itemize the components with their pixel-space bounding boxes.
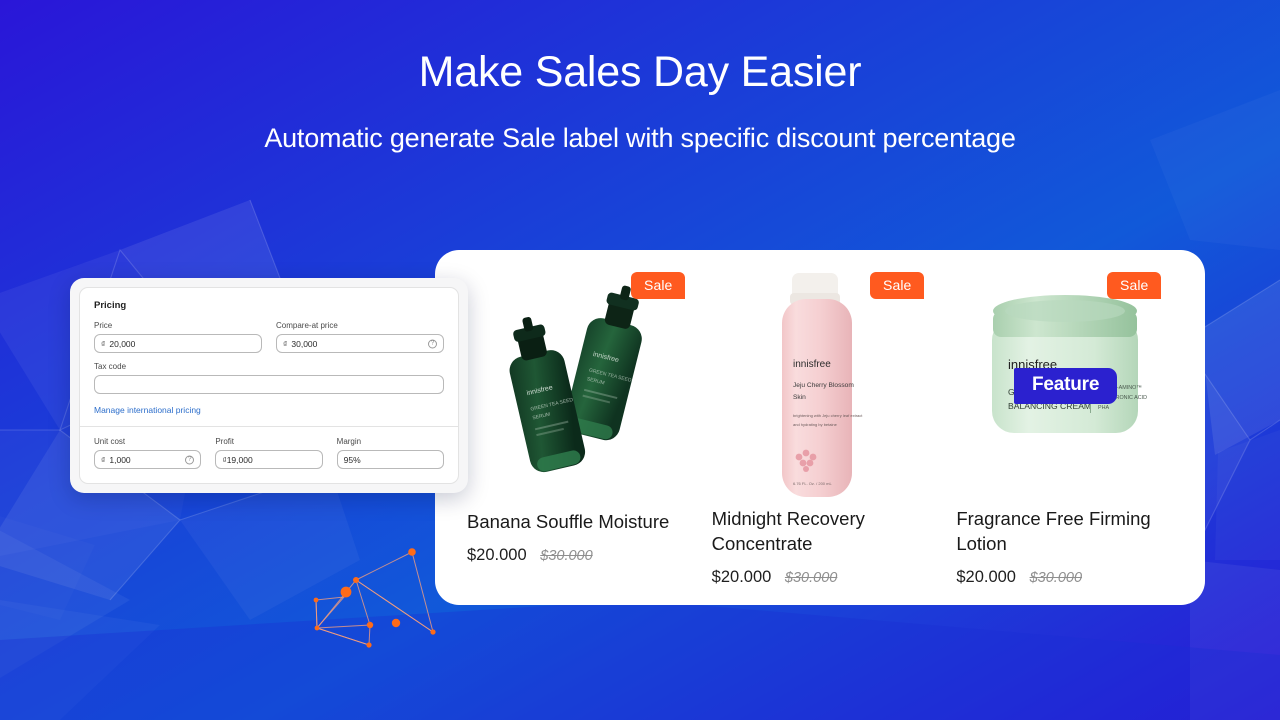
hero-text-block: Make Sales Day Easier Automatic generate… <box>0 48 1280 154</box>
product-title: Fragrance Free Firming Lotion <box>956 508 1151 555</box>
price-label: Price <box>94 321 113 330</box>
currency-symbol: ₫ <box>101 454 106 465</box>
price-fields-row: Price ₫ 20,000 Compare-at price ₫ 30,000… <box>94 321 444 353</box>
svg-text:PHA: PHA <box>1098 405 1109 411</box>
pricing-card-body: Pricing Price ₫ 20,000 Compare-at price … <box>80 288 458 426</box>
pricing-card-inner: Pricing Price ₫ 20,000 Compare-at price … <box>79 287 459 484</box>
status-badge-feature[interactable]: Feature <box>1014 368 1118 404</box>
green-cream-jar-illustration: innisfree GREEN TEA BALANCING CREAM TRIP… <box>991 295 1147 434</box>
product-card[interactable]: innisfree Jeju Cherry Blossom Skin brigh… <box>698 264 943 587</box>
svg-text:Skin: Skin <box>793 394 806 401</box>
product-compare-price: $30.000 <box>1029 570 1083 586</box>
product-image-pink-toner-bottle: innisfree Jeju Cherry Blossom Skin brigh… <box>712 264 929 501</box>
product-image-green-serum-bottles: innisfree GREEN TEA SEED SERUM innisfree… <box>467 264 684 504</box>
margin-value: 95% <box>343 454 361 465</box>
margin-label: Margin <box>336 437 362 446</box>
green-serum-bottles-illustration: innisfree GREEN TEA SEED SERUM innisfree… <box>509 285 643 473</box>
profit-label: Profit <box>215 437 234 446</box>
product-compare-price: $30.000 <box>784 570 838 586</box>
svg-text:and hydrating by betaine: and hydrating by betaine <box>793 422 838 427</box>
status-badge-sale[interactable]: Sale <box>631 272 686 299</box>
unit-cost-input[interactable]: ₫ 1,000 ? <box>94 450 202 469</box>
profit-field-group: Profit ₫ 19,000 <box>215 437 323 469</box>
question-mark-circle-icon[interactable]: ? <box>185 455 195 464</box>
margin-input[interactable]: 95% <box>336 450 444 469</box>
price-value: 20,000 <box>109 338 136 349</box>
compare-at-price-value: 30,000 <box>291 338 318 349</box>
unit-cost-value: 1,000 <box>109 454 131 465</box>
question-mark-circle-icon[interactable]: ? <box>428 339 437 348</box>
product-price-row: $20.000 $30.000 <box>956 568 1173 587</box>
product-price: $20.000 <box>956 568 1016 586</box>
pricing-card: Pricing Price ₫ 20,000 Compare-at price … <box>70 278 468 493</box>
manage-international-pricing-link[interactable]: Manage international pricing <box>94 405 201 415</box>
svg-text:brightening with Jeju cherry l: brightening with Jeju cherry leaf extrac… <box>793 413 863 418</box>
product-price: $20.000 <box>711 568 772 586</box>
currency-symbol: ₫ <box>101 338 106 349</box>
status-badge-sale[interactable]: Sale <box>1107 272 1162 299</box>
product-title: Banana Souffle Moisture <box>467 511 670 532</box>
svg-text:innisfree: innisfree <box>793 359 831 370</box>
svg-text:Jeju Cherry Blossom: Jeju Cherry Blossom <box>793 382 854 389</box>
svg-text:6.76 FL. Oz. / 200 mL: 6.76 FL. Oz. / 200 mL <box>793 481 832 486</box>
product-compare-price: $30.000 <box>540 547 593 564</box>
unit-cost-field-group: Unit cost ₫ 1,000 ? <box>94 437 202 469</box>
price-field-group: Price ₫ 20,000 <box>94 321 262 353</box>
constellation-decoration <box>313 548 436 648</box>
hero-banner: Make Sales Day Easier Automatic generate… <box>0 0 1280 720</box>
currency-symbol: ₫ <box>283 338 288 349</box>
product-title: Midnight Recovery Concentrate <box>711 508 865 555</box>
compare-at-price-field-group: Compare-at price ₫ 30,000 ? <box>276 321 444 353</box>
product-price-row: $20.000 $30.000 <box>467 546 684 565</box>
cost-fields-row: Unit cost ₫ 1,000 ? Profit ₫ 19,000 Marg… <box>80 427 458 469</box>
page-subtitle: Automatic generate Sale label with speci… <box>264 123 1016 154</box>
profit-value: 19,000 <box>226 454 253 465</box>
pink-toner-bottle-illustration: innisfree Jeju Cherry Blossom Skin brigh… <box>782 273 863 498</box>
profit-input[interactable]: ₫ 19,000 <box>215 450 323 469</box>
page-title: Make Sales Day Easier <box>418 48 862 96</box>
product-card[interactable]: innisfree GREEN TEA BALANCING CREAM TRIP… <box>942 264 1187 587</box>
compare-at-price-label: Compare-at price <box>276 321 338 330</box>
status-badge-sale[interactable]: Sale <box>870 272 925 299</box>
product-price: $20.000 <box>467 545 527 564</box>
tax-code-input[interactable] <box>94 375 444 394</box>
compare-at-price-input[interactable]: ₫ 30,000 ? <box>276 334 444 353</box>
tax-code-label: Tax code <box>94 362 127 371</box>
product-card[interactable]: innisfree GREEN TEA SEED SERUM innisfree… <box>453 264 698 587</box>
unit-cost-label: Unit cost <box>94 437 126 446</box>
pricing-section-title: Pricing <box>94 300 127 311</box>
tax-code-field-group: Tax code <box>94 362 444 394</box>
price-input[interactable]: ₫ 20,000 <box>94 334 262 353</box>
product-grid-panel: innisfree GREEN TEA SEED SERUM innisfree… <box>435 250 1205 605</box>
product-price-row: $20.000 $30.000 <box>712 568 929 587</box>
margin-field-group: Margin 95% <box>336 437 444 469</box>
